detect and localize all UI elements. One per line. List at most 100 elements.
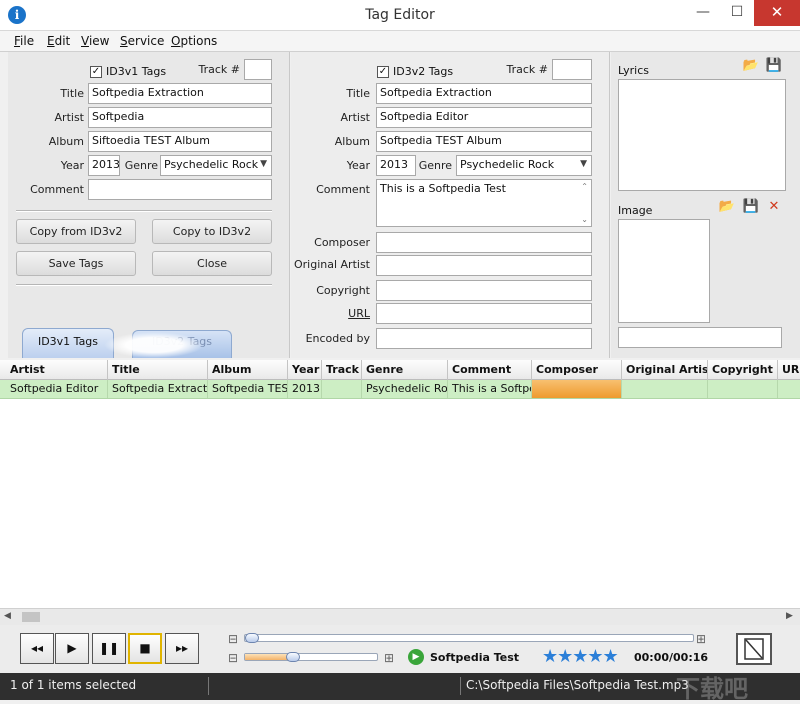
column-header-title[interactable]: Title xyxy=(108,360,208,380)
lyrics-textarea[interactable] xyxy=(618,79,786,191)
tag-grid-body xyxy=(0,399,800,608)
column-header-track[interactable]: Track xyxy=(322,360,362,380)
column-header-album[interactable]: Album xyxy=(208,360,288,380)
menu-edit[interactable]: Edit xyxy=(47,34,70,48)
open-folder-icon[interactable]: 📂 xyxy=(718,198,736,216)
cell-track[interactable] xyxy=(322,380,362,398)
id3v2-genre-select[interactable]: Psychedelic Rock ▼ xyxy=(456,155,592,176)
id3v1-genre-select[interactable]: Psychedelic Rock ▼ xyxy=(160,155,272,176)
save-icon[interactable]: 💾 xyxy=(765,57,783,75)
id3v1-genre-label: Genre xyxy=(124,159,158,172)
id3v1-checkbox[interactable]: ✓ xyxy=(90,66,102,78)
menu-view[interactable]: View xyxy=(81,34,109,48)
previous-button[interactable]: ◂◂ xyxy=(20,633,54,664)
maximize-button[interactable]: ☐ xyxy=(720,0,754,26)
play-button[interactable]: ▶ xyxy=(55,633,89,664)
scroll-up-icon[interactable]: ⌃ xyxy=(581,182,588,191)
rating-stars[interactable]: ★★★★★ xyxy=(542,646,619,667)
id3v2-comment-text: This is a Softpedia Test xyxy=(380,182,506,195)
id3v2-url-input[interactable] xyxy=(376,303,592,324)
column-header-url[interactable]: URL xyxy=(778,360,800,380)
horizontal-scrollbar[interactable]: ◀ ▶ xyxy=(0,608,800,625)
cell-comment[interactable]: This is a Softpedia Test xyxy=(448,380,532,398)
id3v2-track-input[interactable] xyxy=(552,59,592,80)
id3v1-track-input[interactable] xyxy=(244,59,272,80)
id3v1-title-input[interactable]: Softpedia Extraction xyxy=(88,83,272,104)
column-header-composer[interactable]: Composer xyxy=(532,360,622,380)
delete-icon[interactable]: ✕ xyxy=(765,198,783,216)
id3v2-title-label: Title xyxy=(346,87,370,100)
separator xyxy=(16,210,272,212)
id3v2-comment-textarea[interactable]: This is a Softpedia Test ⌃ ⌄ xyxy=(376,179,592,227)
column-header-copyright[interactable]: Copyright xyxy=(708,360,778,380)
lyrics-label: Lyrics xyxy=(618,64,649,77)
cell-composer[interactable] xyxy=(532,380,622,398)
cell-title[interactable]: Softpedia Extraction xyxy=(108,380,208,398)
id3v2-composer-input[interactable] xyxy=(376,232,592,253)
id3v2-original-artist-input[interactable] xyxy=(376,255,592,276)
now-playing-title: Softpedia Test xyxy=(430,651,520,664)
close-button[interactable]: Close xyxy=(152,251,272,276)
scroll-left-icon[interactable]: ◀ xyxy=(4,611,11,621)
scrollbar-thumb[interactable] xyxy=(22,612,40,622)
copy-to-id3v2-button[interactable]: Copy to ID3v2 xyxy=(152,219,272,244)
column-header-genre[interactable]: Genre xyxy=(362,360,448,380)
image-caption-input[interactable] xyxy=(618,327,782,348)
column-header-original-artist[interactable]: Original Artist xyxy=(622,360,708,380)
save-icon[interactable]: 💾 xyxy=(742,198,760,216)
position-slider[interactable] xyxy=(244,633,694,643)
copy-from-id3v2-button[interactable]: Copy from ID3v2 xyxy=(16,219,136,244)
menu-options[interactable]: Options xyxy=(171,34,217,48)
cell-original-artist[interactable] xyxy=(622,380,708,398)
id3v2-track-label: Track # xyxy=(506,63,549,76)
menu-bar: File Edit View Service Options xyxy=(0,31,800,52)
pause-button[interactable]: ❚❚ xyxy=(92,633,126,664)
title-bar: i Tag Editor — ☐ ✕ xyxy=(0,0,800,31)
plus-icon[interactable]: ⊞ xyxy=(696,632,706,646)
cell-genre[interactable]: Psychedelic Rock xyxy=(362,380,448,398)
menu-file[interactable]: File xyxy=(14,34,34,48)
id3v1-checkbox-label: ID3v1 Tags xyxy=(106,65,167,78)
volume-up-icon[interactable]: ⊞ xyxy=(384,651,394,665)
menu-service[interactable]: Service xyxy=(120,34,164,48)
id3v2-url-link[interactable]: URL xyxy=(296,307,370,320)
volume-slider[interactable] xyxy=(244,652,378,662)
stop-button[interactable]: ■ xyxy=(128,633,162,664)
image-box[interactable] xyxy=(618,219,710,323)
minimize-button[interactable]: — xyxy=(686,0,720,26)
cell-url[interactable] xyxy=(778,380,800,398)
tab-id3v1-tags[interactable]: ID3v1 Tags xyxy=(22,328,114,358)
volume-slider-thumb[interactable] xyxy=(286,652,301,662)
minus-icon[interactable]: ⊟ xyxy=(228,632,238,646)
scroll-down-icon[interactable]: ⌄ xyxy=(581,215,588,224)
save-tags-button[interactable]: Save Tags xyxy=(16,251,136,276)
id3v1-comment-input[interactable] xyxy=(88,179,272,200)
cell-copyright[interactable] xyxy=(708,380,778,398)
id3v2-copyright-input[interactable] xyxy=(376,280,592,301)
id3v1-year-input[interactable]: 2013 xyxy=(88,155,120,176)
cell-album[interactable]: Softpedia TEST xyxy=(208,380,288,398)
column-header-year[interactable]: Year xyxy=(288,360,322,380)
id3v2-album-input[interactable]: Softpedia TEST Album xyxy=(376,131,592,152)
id3v1-artist-input[interactable]: Softpedia xyxy=(88,107,272,128)
cell-artist[interactable]: Softpedia Editor xyxy=(6,380,108,398)
cell-year[interactable]: 2013 xyxy=(288,380,322,398)
open-folder-icon[interactable]: 📂 xyxy=(742,57,760,75)
id3v1-album-input[interactable]: Siftoedia TEST Album xyxy=(88,131,272,152)
next-button[interactable]: ▸▸ xyxy=(165,633,199,664)
id3v2-year-input[interactable]: 2013 xyxy=(376,155,416,176)
id3v2-artist-input[interactable]: Softpedia Editor xyxy=(376,107,592,128)
position-slider-thumb[interactable] xyxy=(245,633,259,643)
mini-mode-button[interactable] xyxy=(736,633,772,665)
column-header-artist[interactable]: Artist xyxy=(6,360,108,380)
close-window-button[interactable]: ✕ xyxy=(754,0,800,26)
scroll-right-icon[interactable]: ▶ xyxy=(786,611,793,621)
id3v2-encoded-by-input[interactable] xyxy=(376,328,592,349)
id3v2-checkbox[interactable]: ✓ xyxy=(377,66,389,78)
id3v1-title-label: Title xyxy=(60,87,84,100)
edit-icon xyxy=(744,638,764,660)
table-row[interactable]: Softpedia Editor Softpedia Extraction So… xyxy=(0,380,800,399)
volume-down-icon[interactable]: ⊟ xyxy=(228,651,238,665)
column-header-comment[interactable]: Comment xyxy=(448,360,532,380)
id3v2-title-input[interactable]: Softpedia Extraction xyxy=(376,83,592,104)
